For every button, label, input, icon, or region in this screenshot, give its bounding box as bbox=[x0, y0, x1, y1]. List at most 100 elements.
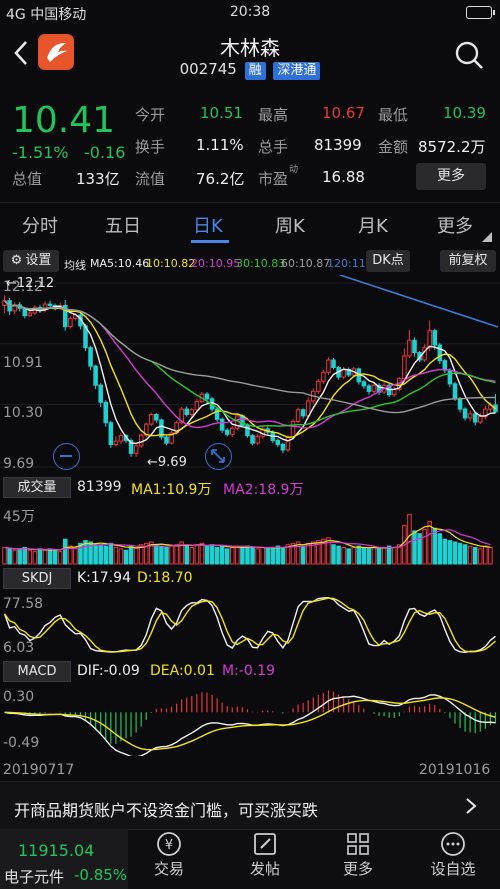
volume-bar bbox=[341, 546, 346, 565]
divider bbox=[0, 202, 500, 203]
tab-monthly-k[interactable]: 月K bbox=[358, 212, 388, 238]
volume-bar bbox=[73, 546, 78, 565]
pe-label: 市盈 bbox=[258, 170, 289, 188]
tab-more[interactable]: 更多 bbox=[437, 212, 473, 238]
volume-bar bbox=[336, 545, 341, 565]
tab-daily-k[interactable]: 日K bbox=[193, 212, 223, 238]
tab-more-triangle-icon bbox=[482, 227, 492, 242]
volume-bar bbox=[7, 548, 12, 565]
volume-indicator-button[interactable]: 成交量 bbox=[3, 477, 71, 498]
high-value: 10.67 bbox=[322, 104, 365, 122]
nav-post[interactable]: 发帖 bbox=[225, 858, 305, 879]
skdj-indicator-button[interactable]: SKDJ bbox=[3, 568, 71, 589]
dk-point-button[interactable]: DK点 bbox=[366, 250, 410, 272]
volume-bar bbox=[457, 542, 463, 565]
y-label-low-mid: 10.30 bbox=[3, 405, 44, 421]
candle bbox=[154, 414, 159, 421]
volume-bar bbox=[371, 546, 377, 565]
clock: 20:38 bbox=[229, 4, 271, 20]
candle bbox=[224, 429, 230, 435]
sector-name: 电子元件 bbox=[4, 868, 65, 886]
candle bbox=[412, 339, 417, 354]
pe-dynamic-mark: 动 bbox=[289, 165, 299, 175]
volume-bar bbox=[57, 551, 63, 565]
gear-icon: ⚙ bbox=[10, 253, 23, 268]
macd-dif: DIF:-0.09 bbox=[77, 663, 140, 679]
promo-banner[interactable]: 开商品期货账户不设资金门槛，可买涨买跌 bbox=[0, 781, 500, 829]
macd-dea-line bbox=[4, 697, 496, 751]
nav-trade[interactable]: 交易 bbox=[129, 858, 209, 879]
post-icon[interactable] bbox=[252, 831, 278, 857]
active-tab-indicator bbox=[191, 240, 229, 243]
skdj-d: D:18.70 bbox=[137, 570, 193, 586]
volume-bar bbox=[27, 549, 33, 565]
zoom-out-button[interactable] bbox=[53, 443, 80, 470]
change-value: -0.16 bbox=[84, 143, 126, 162]
volume-bar bbox=[391, 546, 397, 565]
volume-bar bbox=[300, 545, 306, 565]
candle bbox=[361, 381, 367, 387]
candle bbox=[407, 339, 412, 357]
sector-index-card[interactable]: 11915.04 电子元件 -0.85% bbox=[0, 829, 128, 889]
tab-five-day[interactable]: 五日 bbox=[105, 212, 141, 238]
volume-bar bbox=[452, 541, 458, 565]
volume-bar bbox=[47, 548, 53, 565]
nav-more[interactable]: 更多 bbox=[318, 858, 398, 879]
volume-bar bbox=[255, 548, 260, 565]
volume-ma1: MA1:10.9万 bbox=[131, 482, 212, 498]
volume-bar bbox=[12, 549, 17, 565]
candle bbox=[295, 409, 301, 422]
volume-bar bbox=[346, 548, 351, 565]
skdj-y-top: 77.58 bbox=[3, 596, 44, 612]
candle bbox=[133, 445, 139, 454]
stock-code: 002745 bbox=[179, 60, 237, 78]
volume-bar bbox=[235, 545, 240, 565]
fullscreen-button[interactable] bbox=[205, 443, 232, 470]
volume-bar bbox=[42, 549, 48, 565]
high-marker-value: 12.12 bbox=[16, 276, 55, 291]
volume-bar bbox=[275, 545, 281, 565]
promo-text: 开商品期货账户不设资金门槛，可买涨买跌 bbox=[14, 801, 319, 820]
chart-settings-button[interactable]: ⚙ 设置 bbox=[3, 250, 59, 272]
volume-bar bbox=[376, 548, 382, 565]
candle bbox=[230, 427, 235, 435]
grid-icon[interactable] bbox=[345, 831, 371, 857]
candle bbox=[280, 444, 286, 451]
sector-change: -0.85% bbox=[74, 866, 128, 884]
trade-icon[interactable]: ¥ bbox=[156, 831, 182, 857]
nav-add-watchlist[interactable]: 设自选 bbox=[413, 858, 493, 879]
volume-max-label: 45万 bbox=[3, 509, 35, 525]
amount-value: 8572.2万 bbox=[418, 138, 486, 156]
candle bbox=[250, 435, 255, 444]
candle bbox=[472, 413, 478, 423]
search-icon[interactable] bbox=[454, 40, 484, 70]
candle bbox=[442, 360, 448, 371]
skdj-chart bbox=[3, 597, 496, 653]
tab-intraday[interactable]: 分时 bbox=[22, 212, 58, 238]
candle bbox=[290, 420, 296, 438]
forward-adjust-button[interactable]: 前复权 bbox=[440, 250, 496, 272]
watchlist-icon[interactable] bbox=[440, 831, 466, 857]
macd-dea: DEA:0.01 bbox=[150, 663, 215, 679]
candle bbox=[285, 436, 291, 451]
change-pct: -1.51% bbox=[12, 143, 69, 162]
more-button[interactable]: 更多 bbox=[416, 163, 486, 190]
volume-bar bbox=[305, 542, 311, 565]
candle bbox=[316, 380, 321, 392]
candle bbox=[164, 436, 169, 444]
amount-label: 金额 bbox=[378, 138, 409, 156]
volume-bar bbox=[154, 544, 159, 565]
volume-bar bbox=[467, 545, 473, 565]
volume-chart bbox=[2, 513, 493, 565]
y-label-mid: 10.91 bbox=[3, 355, 44, 371]
volume-bar bbox=[366, 548, 372, 565]
macd-indicator-button[interactable]: MACD bbox=[3, 661, 71, 682]
candle bbox=[103, 401, 109, 424]
volume-bar bbox=[113, 546, 119, 565]
candle bbox=[432, 330, 438, 346]
chevron-right-icon bbox=[464, 796, 478, 816]
status-bar: 4G 中国移动 20:38 bbox=[0, 0, 500, 26]
tab-weekly-k[interactable]: 周K bbox=[275, 212, 305, 238]
volume-bar bbox=[52, 549, 58, 565]
skdj-k-line bbox=[3, 597, 496, 653]
